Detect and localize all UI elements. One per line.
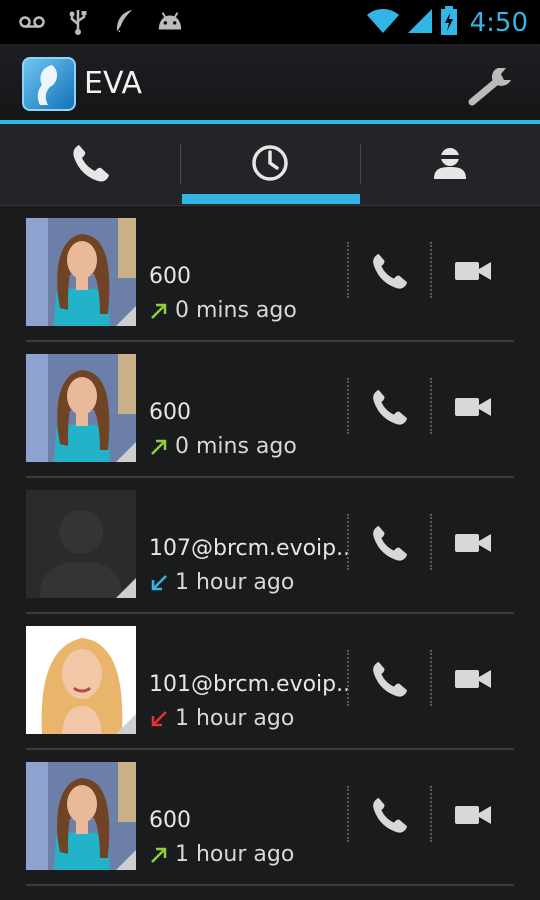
usb-icon bbox=[64, 8, 92, 36]
phone-icon bbox=[369, 387, 409, 431]
contact-name: 101@brcm.evoip.. bbox=[149, 672, 351, 697]
call-log-item[interactable]: 600 0 mins ago bbox=[0, 206, 540, 342]
call-time-row: 1 hour ago bbox=[149, 570, 294, 595]
outgoing-call-arrow-icon bbox=[149, 845, 169, 865]
call-time: 0 mins ago bbox=[175, 434, 297, 459]
video-call-button[interactable] bbox=[444, 248, 502, 298]
missed-call-arrow-icon bbox=[149, 709, 169, 729]
tab-bar bbox=[0, 124, 540, 206]
call-time: 0 mins ago bbox=[175, 298, 297, 323]
divider bbox=[347, 786, 349, 842]
call-time: 1 hour ago bbox=[175, 706, 295, 731]
contact-icon bbox=[432, 145, 468, 185]
voice-call-button[interactable] bbox=[360, 792, 418, 842]
contact-name: 107@brcm.evoip.. bbox=[149, 536, 351, 561]
app-title: EVA bbox=[84, 66, 143, 101]
tab-indicator bbox=[182, 194, 360, 204]
video-camera-icon bbox=[454, 395, 492, 423]
call-log-item[interactable]: 600 0 mins ago bbox=[0, 342, 540, 478]
divider bbox=[430, 786, 432, 842]
feather-icon bbox=[110, 8, 138, 36]
phone-icon bbox=[369, 251, 409, 295]
tab-dialer[interactable] bbox=[0, 124, 180, 206]
call-log-item[interactable]: 600 1 hour ago bbox=[0, 750, 540, 886]
video-call-button[interactable] bbox=[444, 792, 502, 842]
quick-contact-badge bbox=[116, 306, 136, 326]
voice-call-button[interactable] bbox=[360, 384, 418, 434]
call-log-item[interactable]: 101@brcm.evoip.. 1 hour ago bbox=[0, 614, 540, 750]
voicemail-icon bbox=[18, 8, 46, 36]
avatar[interactable] bbox=[26, 762, 136, 870]
voice-call-button[interactable] bbox=[360, 520, 418, 570]
tab-contacts[interactable] bbox=[360, 124, 540, 206]
phone-icon bbox=[69, 142, 111, 188]
call-time: 1 hour ago bbox=[175, 842, 295, 867]
quick-contact-badge bbox=[116, 850, 136, 870]
avatar[interactable] bbox=[26, 218, 136, 326]
divider bbox=[347, 514, 349, 570]
divider bbox=[347, 242, 349, 298]
phone-icon bbox=[369, 523, 409, 567]
divider bbox=[347, 650, 349, 706]
phone-icon bbox=[369, 659, 409, 703]
row-divider bbox=[26, 884, 514, 886]
video-camera-icon bbox=[454, 259, 492, 287]
voice-call-button[interactable] bbox=[360, 248, 418, 298]
signal-icon bbox=[406, 7, 434, 39]
wifi-icon bbox=[366, 7, 400, 39]
android-icon bbox=[156, 8, 184, 36]
contact-name: 600 bbox=[149, 808, 191, 833]
avatar[interactable] bbox=[26, 490, 136, 598]
call-time-row: 1 hour ago bbox=[149, 706, 294, 731]
contact-name: 600 bbox=[149, 264, 191, 289]
phone-icon bbox=[369, 795, 409, 839]
quick-contact-badge bbox=[116, 578, 136, 598]
contact-name: 600 bbox=[149, 400, 191, 425]
call-time-row: 0 mins ago bbox=[149, 298, 297, 323]
quick-contact-badge bbox=[116, 714, 136, 734]
incoming-call-arrow-icon bbox=[149, 573, 169, 593]
video-camera-icon bbox=[454, 803, 492, 831]
outgoing-call-arrow-icon bbox=[149, 301, 169, 321]
divider bbox=[430, 378, 432, 434]
clock-icon bbox=[250, 143, 290, 187]
video-camera-icon bbox=[454, 667, 492, 695]
battery-icon bbox=[440, 6, 458, 40]
quick-contact-badge bbox=[116, 442, 136, 462]
call-time-row: 0 mins ago bbox=[149, 434, 297, 459]
call-log-list: 600 0 mins ago 600 0 mins ago 107@brcm.e… bbox=[0, 206, 540, 886]
voice-call-button[interactable] bbox=[360, 656, 418, 706]
app-logo-icon[interactable] bbox=[22, 57, 76, 111]
divider bbox=[430, 242, 432, 298]
divider bbox=[430, 650, 432, 706]
clock-time: 4:50 bbox=[469, 8, 528, 38]
status-bar: 4:50 bbox=[0, 0, 540, 44]
divider bbox=[347, 378, 349, 434]
call-time-row: 1 hour ago bbox=[149, 842, 294, 867]
wrench-icon[interactable] bbox=[468, 64, 518, 108]
action-bar: EVA bbox=[0, 44, 540, 122]
call-log-item[interactable]: 107@brcm.evoip.. 1 hour ago bbox=[0, 478, 540, 614]
video-call-button[interactable] bbox=[444, 656, 502, 706]
video-camera-icon bbox=[454, 531, 492, 559]
avatar[interactable] bbox=[26, 354, 136, 462]
video-call-button[interactable] bbox=[444, 520, 502, 570]
video-call-button[interactable] bbox=[444, 384, 502, 434]
outgoing-call-arrow-icon bbox=[149, 437, 169, 457]
avatar[interactable] bbox=[26, 626, 136, 734]
call-time: 1 hour ago bbox=[175, 570, 295, 595]
divider bbox=[430, 514, 432, 570]
